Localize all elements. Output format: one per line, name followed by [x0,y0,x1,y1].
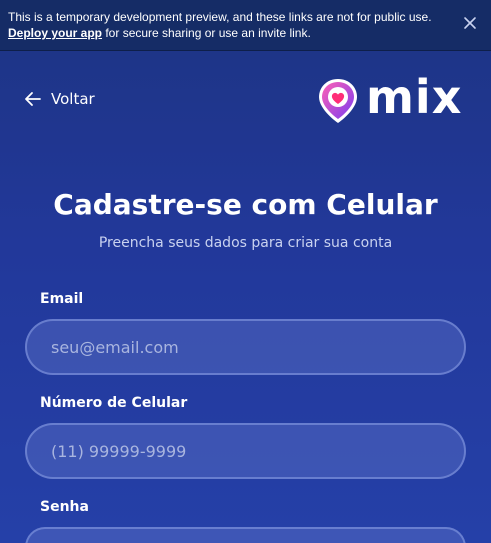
page-subtitle: Preencha seus dados para criar sua conta [98,235,393,251]
back-label: Voltar [51,90,95,108]
arrow-left-icon [25,92,41,106]
mix-logo: mix [314,70,470,125]
phone-field[interactable] [25,423,466,479]
logo-wordmark: mix [366,70,463,124]
password-field[interactable] [25,527,466,543]
banner-text-line2: for secure sharing or use an invite link… [102,26,311,40]
banner-message: This is a temporary development preview,… [8,9,448,41]
dev-preview-banner: This is a temporary development preview,… [0,0,491,51]
email-label: Email [40,291,84,307]
page-title: Cadastre-se com Celular [53,188,438,221]
deploy-app-link[interactable]: Deploy your app [8,26,102,40]
close-icon[interactable] [463,16,477,30]
banner-text-line1: This is a temporary development preview,… [8,10,432,24]
back-button[interactable]: Voltar [24,88,95,110]
location-pin-heart-icon [319,79,357,123]
email-field[interactable] [25,319,466,375]
password-label: Senha [40,499,89,515]
phone-label: Número de Celular [40,395,188,411]
